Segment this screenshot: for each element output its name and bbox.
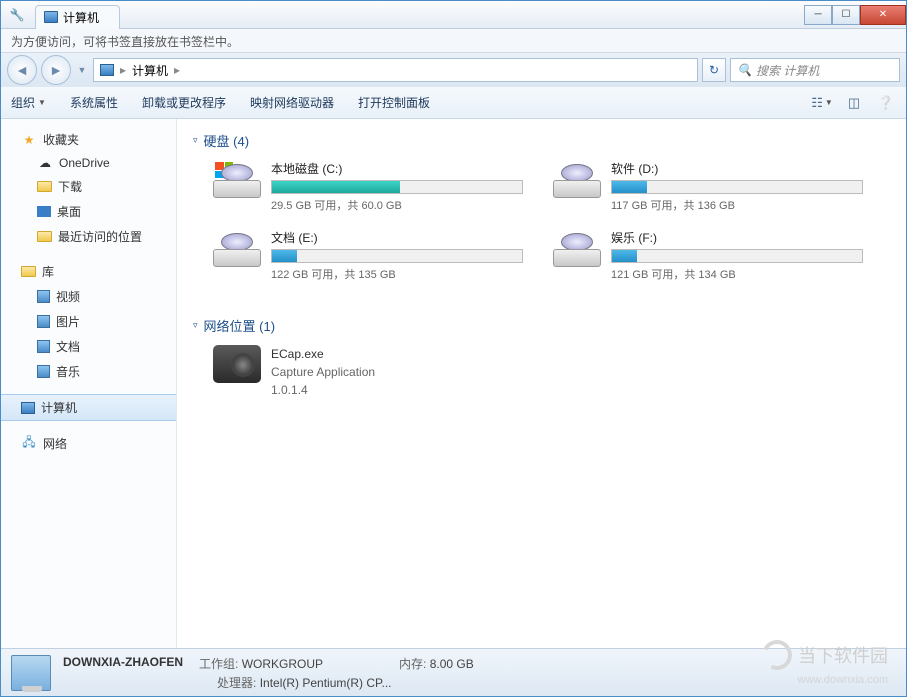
- drive-info: 娱乐 (F:) 121 GB 可用，共 134 GB: [611, 229, 863, 282]
- computer-icon: [11, 655, 51, 691]
- camera-icon: [213, 345, 261, 383]
- drive-free-text: 29.5 GB 可用，共 60.0 GB: [271, 197, 523, 213]
- search-icon: 🔍: [737, 63, 752, 77]
- control-panel-button[interactable]: 打开控制面板: [358, 94, 430, 111]
- window-controls: ─ ☐ ✕: [804, 5, 906, 25]
- wrench-icon[interactable]: 🔧: [7, 8, 27, 22]
- drive-item[interactable]: 文档 (E:) 122 GB 可用，共 135 GB: [213, 229, 523, 282]
- tab-title: 计算机: [63, 9, 99, 26]
- drive-usage-bar: [271, 249, 523, 263]
- toolbar: 组织▼ 系统属性 卸载或更改程序 映射网络驱动器 打开控制面板 ☷▼ ◫ ❔: [1, 87, 906, 119]
- drives-list: 本地磁盘 (C:) 29.5 GB 可用，共 60.0 GB 软件 (D:) 1…: [213, 160, 890, 298]
- titlebar: 🔧 计算机 ─ ☐ ✕: [1, 1, 906, 29]
- drive-free-text: 121 GB 可用，共 134 GB: [611, 266, 863, 282]
- drive-icon: [553, 160, 601, 198]
- drive-item[interactable]: 娱乐 (F:) 121 GB 可用，共 134 GB: [553, 229, 863, 282]
- collapse-icon: ▿: [193, 320, 198, 331]
- network-item-name: ECap.exe: [271, 345, 375, 363]
- computer-icon: [100, 64, 114, 76]
- help-button[interactable]: ❔: [876, 94, 896, 112]
- forward-button[interactable]: ►: [41, 55, 71, 85]
- system-properties-button[interactable]: 系统属性: [70, 94, 118, 111]
- network-item[interactable]: ECap.exe Capture Application 1.0.1.4: [213, 345, 890, 399]
- music-icon: [37, 365, 50, 378]
- breadcrumb-sep-icon[interactable]: ▸: [174, 63, 180, 77]
- drive-usage-bar: [611, 180, 863, 194]
- drive-info: 软件 (D:) 117 GB 可用，共 136 GB: [611, 160, 863, 213]
- drive-icon: [553, 229, 601, 267]
- browser-tab[interactable]: 计算机: [35, 5, 120, 29]
- close-button[interactable]: ✕: [860, 5, 906, 25]
- collapse-icon: ▿: [193, 135, 198, 146]
- drive-free-text: 122 GB 可用，共 135 GB: [271, 266, 523, 282]
- minimize-button[interactable]: ─: [804, 5, 832, 25]
- sidebar-item-onedrive[interactable]: ☁OneDrive: [1, 152, 176, 174]
- sidebar-item-computer[interactable]: 计算机: [1, 394, 176, 421]
- explorer-window: 🔧 计算机 ─ ☐ ✕ 为方便访问，可将书签直接放在书签栏中。 ◄ ► ▼ ▸ …: [0, 0, 907, 697]
- drive-name: 本地磁盘 (C:): [271, 160, 523, 177]
- organize-menu[interactable]: 组织▼: [11, 94, 46, 111]
- sidebar-item-pictures[interactable]: 图片: [1, 309, 176, 334]
- drive-info: 文档 (E:) 122 GB 可用，共 135 GB: [271, 229, 523, 282]
- search-placeholder: 搜索 计算机: [756, 62, 819, 79]
- drive-usage-bar: [271, 180, 523, 194]
- star-icon: ★: [21, 133, 37, 147]
- folder-icon: [37, 181, 52, 192]
- bookmark-bar: 为方便访问，可将书签直接放在书签栏中。: [1, 29, 906, 53]
- view-options-button[interactable]: ☷▼: [812, 94, 832, 112]
- address-bar[interactable]: ▸ 计算机 ▸: [93, 58, 698, 82]
- status-computer-name: DOWNXIA-ZHAOFEN: [63, 655, 183, 672]
- sidebar-item-music[interactable]: 音乐: [1, 359, 176, 384]
- network-item-desc: Capture Application: [271, 363, 375, 381]
- desktop-icon: [37, 206, 51, 217]
- maximize-button[interactable]: ☐: [832, 5, 860, 25]
- address-row: ◄ ► ▼ ▸ 计算机 ▸ ↻ 🔍 搜索 计算机: [1, 53, 906, 87]
- drive-name: 娱乐 (F:): [611, 229, 863, 246]
- uninstall-button[interactable]: 卸载或更改程序: [142, 94, 226, 111]
- drive-item[interactable]: 软件 (D:) 117 GB 可用，共 136 GB: [553, 160, 863, 213]
- sidebar-item-desktop[interactable]: 桌面: [1, 199, 176, 224]
- refresh-button[interactable]: ↻: [702, 58, 726, 82]
- drive-item[interactable]: 本地磁盘 (C:) 29.5 GB 可用，共 60.0 GB: [213, 160, 523, 213]
- main-area: ★收藏夹 ☁OneDrive 下载 桌面 最近访问的位置 库 视频 图片 文档 …: [1, 119, 906, 648]
- onedrive-icon: ☁: [37, 156, 53, 170]
- section-drives[interactable]: ▿硬盘 (4): [193, 131, 890, 150]
- bookmark-hint: 为方便访问，可将书签直接放在书签栏中。: [11, 35, 239, 49]
- drive-name: 软件 (D:): [611, 160, 863, 177]
- sidebar-item-downloads[interactable]: 下载: [1, 174, 176, 199]
- network-item-info: ECap.exe Capture Application 1.0.1.4: [271, 345, 375, 399]
- drive-icon: [213, 229, 261, 267]
- sidebar-item-network[interactable]: 🖧网络: [1, 431, 176, 456]
- search-box[interactable]: 🔍 搜索 计算机: [730, 58, 900, 82]
- network-icon: 🖧: [21, 437, 37, 451]
- sidebar-item-documents[interactable]: 文档: [1, 334, 176, 359]
- network-item-version: 1.0.1.4: [271, 381, 375, 399]
- map-drive-button[interactable]: 映射网络驱动器: [250, 94, 334, 111]
- sidebar-item-recent[interactable]: 最近访问的位置: [1, 224, 176, 249]
- section-netloc[interactable]: ▿网络位置 (1): [193, 316, 890, 335]
- sidebar: ★收藏夹 ☁OneDrive 下载 桌面 最近访问的位置 库 视频 图片 文档 …: [1, 119, 177, 648]
- sidebar-favorites[interactable]: ★收藏夹: [1, 127, 176, 152]
- statusbar: DOWNXIA-ZHAOFEN 工作组: WORKGROUP 内存: 8.00 …: [1, 648, 906, 696]
- video-icon: [37, 290, 50, 303]
- computer-icon: [44, 11, 58, 23]
- sidebar-item-videos[interactable]: 视频: [1, 284, 176, 309]
- breadcrumb-sep-icon[interactable]: ▸: [120, 63, 126, 77]
- drive-info: 本地磁盘 (C:) 29.5 GB 可用，共 60.0 GB: [271, 160, 523, 213]
- drive-free-text: 117 GB 可用，共 136 GB: [611, 197, 863, 213]
- drive-name: 文档 (E:): [271, 229, 523, 246]
- libraries-icon: [21, 266, 36, 277]
- breadcrumb-item[interactable]: 计算机: [132, 62, 168, 79]
- picture-icon: [37, 315, 50, 328]
- folder-icon: [37, 231, 52, 242]
- back-button[interactable]: ◄: [7, 55, 37, 85]
- document-icon: [37, 340, 50, 353]
- computer-icon: [21, 402, 35, 414]
- preview-pane-button[interactable]: ◫: [844, 94, 864, 112]
- content-pane: ▿硬盘 (4) 本地磁盘 (C:) 29.5 GB 可用，共 60.0 GB 软…: [177, 119, 906, 648]
- sidebar-libraries[interactable]: 库: [1, 259, 176, 284]
- drive-usage-bar: [611, 249, 863, 263]
- history-dropdown[interactable]: ▼: [75, 65, 89, 75]
- drive-icon: [213, 160, 261, 198]
